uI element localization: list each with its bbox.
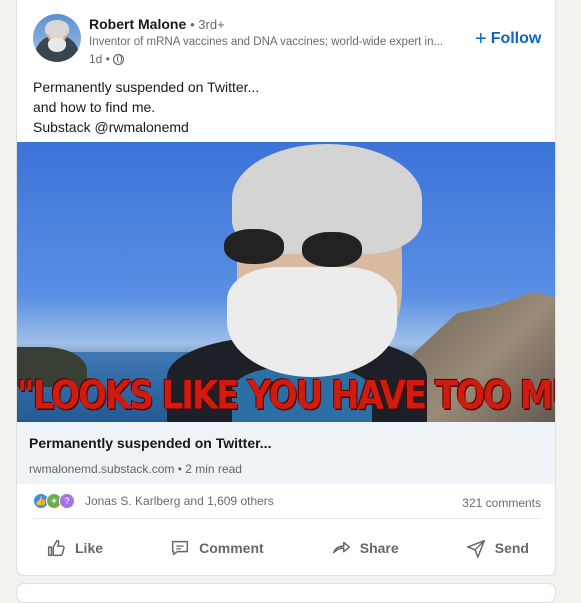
feed-post-card: Robert Malone • 3rd+ Inventor of mRNA va… xyxy=(16,0,556,576)
avatar-beard xyxy=(48,38,66,52)
follow-button[interactable]: + Follow xyxy=(475,28,542,50)
post-line: Substack @rwmalonemd xyxy=(33,119,189,135)
author-name-row: Robert Malone • 3rd+ xyxy=(89,16,225,32)
send-label: Send xyxy=(494,540,529,556)
comment-button[interactable]: Comment xyxy=(157,526,276,570)
thumbs-up-icon xyxy=(47,539,65,557)
comments-count[interactable]: 321 comments xyxy=(462,496,541,510)
author-name[interactable]: Robert Malone xyxy=(89,16,186,32)
next-post-card xyxy=(16,583,556,603)
share-button[interactable]: Share xyxy=(318,526,411,570)
post-actions: Like Comment Share Send xyxy=(33,526,541,570)
like-label: Like xyxy=(75,540,104,556)
share-label: Share xyxy=(359,540,399,556)
send-icon xyxy=(466,539,485,558)
post-line: Permanently suspended on Twitter... xyxy=(33,79,260,95)
beard xyxy=(227,267,397,377)
share-arrow-icon xyxy=(332,541,350,554)
article-title[interactable]: Permanently suspended on Twitter... xyxy=(29,435,271,451)
comment-label: Comment xyxy=(199,540,264,556)
connection-degree: • 3rd+ xyxy=(190,17,225,32)
post-line: and how to find me. xyxy=(33,99,156,115)
globe-icon xyxy=(112,53,124,65)
author-avatar[interactable] xyxy=(33,14,81,62)
reactions-count[interactable]: Jonas S. Karlberg and 1,609 others xyxy=(85,494,274,508)
article-image[interactable]: "LOOKS LIKE YOU HAVE TOO MUCH xyxy=(17,142,555,422)
author-headline: Inventor of mRNA vaccines and DNA vaccin… xyxy=(89,36,444,48)
comment-icon xyxy=(172,540,189,556)
image-caption: "LOOKS LIKE YOU HAVE TOO MUCH xyxy=(17,373,555,419)
curious-reaction-icon: ? xyxy=(59,493,75,509)
follow-label: Follow xyxy=(490,30,542,47)
like-button[interactable]: Like xyxy=(33,526,115,570)
post-meta: 1d • xyxy=(89,52,124,66)
plus-icon: + xyxy=(475,28,487,50)
reaction-icons[interactable]: 👍 ✦ ? xyxy=(33,493,75,509)
article-link-card[interactable]: Permanently suspended on Twitter... rwma… xyxy=(17,422,555,484)
divider xyxy=(33,518,541,519)
post-text: Permanently suspended on Twitter... and … xyxy=(33,77,259,137)
avatar-hair xyxy=(45,20,69,36)
send-button[interactable]: Send xyxy=(453,526,541,570)
sunglasses-left xyxy=(224,229,284,264)
social-counts: 👍 ✦ ? Jonas S. Karlberg and 1,609 others… xyxy=(33,490,541,514)
sunglasses-right xyxy=(302,232,362,267)
article-meta: rwmalonemd.substack.com • 2 min read xyxy=(29,462,242,476)
post-time: 1d • xyxy=(89,52,110,66)
